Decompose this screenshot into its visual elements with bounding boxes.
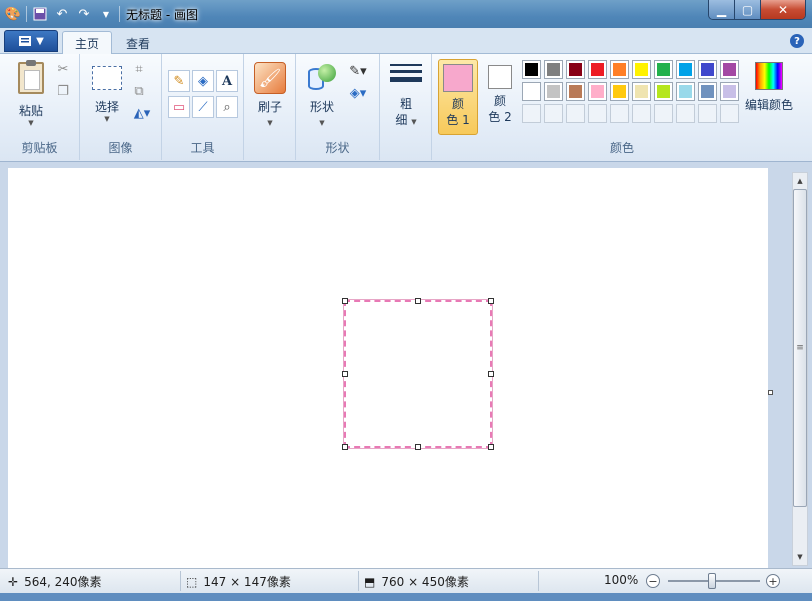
clipboard-group-label: 剪贴板 — [21, 141, 58, 155]
status-bar: ✛ 564, 240像素 ⬚ 147 × 147像素 ⬒ 760 × 450像素… — [0, 568, 812, 593]
selection-handle[interactable] — [488, 444, 494, 450]
resize-icon[interactable]: ⧉ — [130, 82, 148, 100]
group-clipboard: 粘贴 ▼ ✂ ❐ 剪贴板 — [0, 54, 80, 160]
image-size: ⬒ 760 × 450像素 — [364, 574, 469, 590]
canvas-resize-handle-right[interactable] — [768, 390, 773, 395]
help-icon[interactable]: ? — [790, 34, 804, 48]
group-colors: 颜色 — [432, 54, 812, 160]
paint-app-icon[interactable]: 🎨 — [4, 5, 22, 23]
window-bottom-border — [0, 593, 812, 601]
selection-handle[interactable] — [415, 444, 421, 450]
group-shapes: 形状 ▼ ✎▾ ◈▾ 形状 — [296, 54, 380, 160]
cursor-crosshair-icon: ✛ — [8, 574, 19, 589]
outline-icon[interactable]: ✎▾ — [344, 62, 372, 80]
group-brushes: 🖌 刷子 ▼ — [244, 54, 296, 160]
scroll-down-icon[interactable]: ▼ — [793, 549, 807, 565]
brushes-button[interactable]: 🖌 刷子 ▼ — [252, 62, 288, 127]
chevron-down-icon: ▼ — [319, 119, 325, 127]
selection-rectangle[interactable] — [342, 298, 494, 450]
brush-icon: 🖌 — [254, 62, 286, 94]
selection-handle[interactable] — [488, 298, 494, 304]
window-controls: ▁ ▢ ✕ — [708, 0, 806, 20]
vertical-scrollbar[interactable]: ▲ ≡ ▼ — [792, 172, 808, 566]
select-label: 选择 — [94, 100, 119, 114]
redo-icon[interactable]: ↷ — [75, 5, 93, 23]
cut-icon[interactable]: ✂ — [54, 60, 72, 78]
selection-handle[interactable] — [488, 371, 494, 377]
paste-button[interactable]: 粘贴 ▼ — [14, 60, 48, 127]
selection-handle[interactable] — [342, 298, 348, 304]
selection-handle[interactable] — [415, 298, 421, 304]
shapes-button[interactable]: 形状 ▼ — [304, 62, 340, 127]
minimize-button[interactable]: ▁ — [709, 0, 735, 19]
tab-home[interactable]: 主页 — [62, 31, 113, 55]
zoom-slider-thumb[interactable] — [708, 573, 716, 589]
maximize-button[interactable]: ▢ — [735, 0, 761, 19]
select-rect-icon — [92, 66, 122, 90]
undo-icon[interactable]: ↶ — [53, 5, 71, 23]
pencil-icon[interactable]: ✎ — [168, 70, 190, 92]
size-label: 粗 细 ▼ — [395, 97, 417, 127]
eraser-icon[interactable]: ▭ — [168, 96, 190, 118]
copy-icon[interactable]: ❐ — [54, 82, 72, 100]
chevron-down-icon: ▼ — [36, 35, 44, 47]
shapes-icon — [306, 62, 338, 92]
tab-view[interactable]: 查看 — [114, 31, 162, 55]
color-picker-icon[interactable]: ⟋ — [192, 96, 214, 118]
shapes-label: 形状 — [309, 100, 334, 114]
scrollbar-thumb[interactable]: ≡ — [793, 189, 807, 507]
text-tool-icon[interactable]: A — [216, 70, 238, 92]
rotate-icon[interactable]: ◭▾ — [128, 104, 156, 122]
group-image: 选择 ▼ ⌗ ⧉ ◭▾ 图像 — [80, 54, 162, 160]
close-button[interactable]: ✕ — [761, 0, 805, 19]
magnifier-icon[interactable]: ⌕ — [216, 96, 238, 118]
customize-qat-icon[interactable]: ▼ — [97, 5, 115, 23]
qat-separator — [119, 6, 120, 22]
ribbon: 粘贴 ▼ ✂ ❐ 剪贴板 选择 ▼ ⌗ ⧉ ◭▾ 图像 ✎ ◈ A ▭ ⟋ ⌕ … — [0, 54, 812, 162]
zoom-out-icon[interactable]: − — [646, 574, 660, 588]
save-icon[interactable] — [31, 5, 49, 23]
line-width-icon — [390, 64, 422, 82]
status-divider — [358, 571, 359, 591]
size-button[interactable]: 粗 细 ▼ — [388, 64, 424, 130]
selection-size-icon: ⬚ — [186, 574, 198, 589]
select-button[interactable]: 选择 ▼ — [90, 66, 124, 123]
title-bar: 🎨 ↶ ↷ ▼ 无标题 - 画图 ▁ ▢ ✕ — [0, 0, 812, 28]
status-divider — [180, 571, 181, 591]
chevron-down-icon: ▼ — [267, 119, 273, 127]
selection-handle[interactable] — [342, 371, 348, 377]
shapes-group-label: 形状 — [325, 141, 350, 155]
chevron-down-icon: ▼ — [28, 119, 34, 127]
group-size: 粗 细 ▼ — [380, 54, 432, 160]
fill-icon[interactable]: ◈▾ — [344, 84, 372, 102]
zoom-level: 100% — [604, 573, 639, 587]
image-size-icon: ⬒ — [364, 574, 376, 589]
qat-separator — [26, 6, 27, 22]
paint-menu-icon — [19, 36, 32, 46]
window-title: 无标题 - 画图 — [126, 8, 198, 22]
cursor-position: ✛ 564, 240像素 — [8, 574, 102, 590]
brushes-label: 刷子 — [257, 100, 282, 114]
selection-size: ⬚ 147 × 147像素 — [186, 574, 291, 590]
selection-handle[interactable] — [342, 444, 348, 450]
group-tools: ✎ ◈ A ▭ ⟋ ⌕ 工具 — [162, 54, 244, 160]
crop-icon[interactable]: ⌗ — [130, 60, 148, 78]
scroll-up-icon[interactable]: ▲ — [793, 173, 807, 189]
clipboard-icon — [18, 60, 44, 94]
ribbon-tab-row: ▼ 主页 查看 ? — [0, 28, 812, 55]
quick-access-toolbar: 🎨 ↶ ↷ ▼ — [4, 3, 120, 25]
colors-group-label: 颜色 — [609, 141, 634, 155]
paint-menu-button[interactable]: ▼ — [4, 30, 58, 52]
zoom-in-icon[interactable]: + — [766, 574, 780, 588]
chevron-down-icon: ▼ — [104, 115, 110, 123]
fill-bucket-icon[interactable]: ◈ — [192, 70, 214, 92]
image-group-label: 图像 — [108, 141, 133, 155]
paste-label: 粘贴 — [18, 104, 43, 118]
tools-group-label: 工具 — [190, 141, 215, 155]
status-divider — [538, 571, 539, 591]
